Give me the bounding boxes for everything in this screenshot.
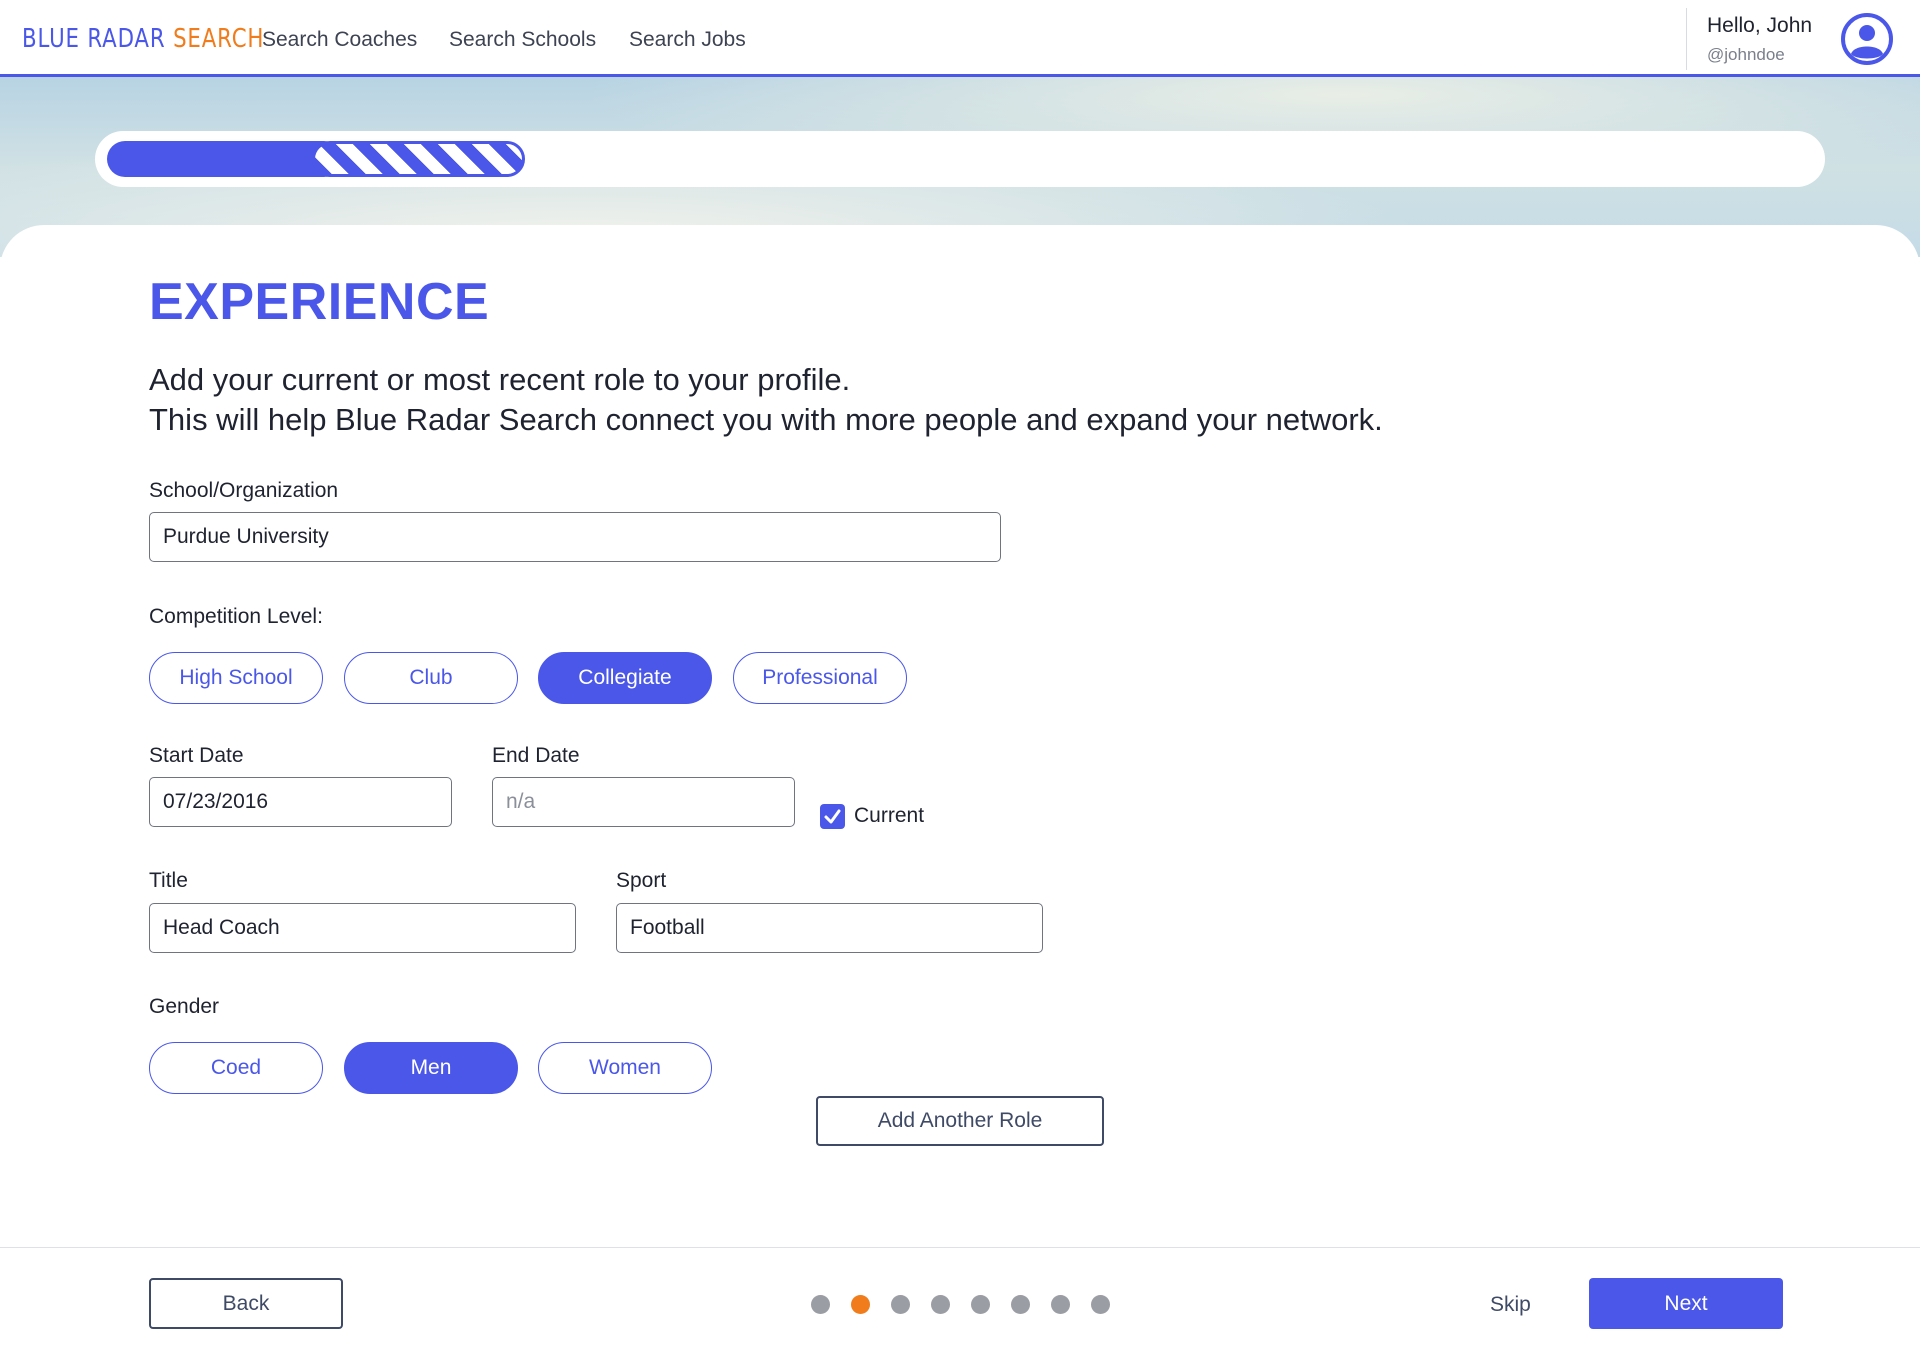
gender-women-button[interactable]: Women [538, 1042, 712, 1094]
next-button[interactable]: Next [1589, 1278, 1783, 1329]
step-dot-1[interactable] [811, 1295, 830, 1314]
competition-level-label: Competition Level: [149, 605, 323, 628]
step-dot-3[interactable] [891, 1295, 910, 1314]
onboarding-progress-bar [95, 131, 1825, 187]
end-date-input[interactable] [492, 777, 795, 827]
title-label: Title [149, 869, 188, 892]
step-dot-5[interactable] [971, 1295, 990, 1314]
logo-text-blue: BLUE RADAR [22, 24, 174, 54]
intro-line-1: Add your current or most recent role to … [149, 362, 851, 397]
page-intro: Add your current or most recent role to … [149, 360, 1383, 440]
competition-high-school-button[interactable]: High School [149, 652, 323, 704]
step-dot-7[interactable] [1051, 1295, 1070, 1314]
user-greeting: Hello, John [1707, 14, 1813, 37]
competition-professional-button[interactable]: Professional [733, 652, 907, 704]
skip-button[interactable]: Skip [1490, 1293, 1531, 1317]
competition-club-button[interactable]: Club [344, 652, 518, 704]
nav-search-coaches[interactable]: Search Coaches [262, 28, 417, 52]
add-another-role-button[interactable]: Add Another Role [816, 1096, 1104, 1146]
step-dot-6[interactable] [1011, 1295, 1030, 1314]
title-input[interactable] [149, 903, 576, 953]
intro-line-2: This will help Blue Radar Search connect… [149, 402, 1383, 437]
nav-search-schools[interactable]: Search Schools [449, 28, 596, 52]
current-checkbox[interactable] [820, 804, 845, 829]
gender-men-button[interactable]: Men [344, 1042, 518, 1094]
progress-current-step [311, 141, 525, 177]
step-dot-4[interactable] [931, 1295, 950, 1314]
logo-text-orange: SEARCH [173, 24, 265, 54]
progress-completed [107, 141, 342, 177]
school-label: School/Organization [149, 479, 339, 502]
step-dot-2[interactable] [851, 1295, 870, 1314]
sport-label: Sport [616, 869, 667, 892]
current-checkbox-label: Current [854, 804, 925, 827]
start-date-input[interactable] [149, 777, 452, 827]
competition-collegiate-button[interactable]: Collegiate [538, 652, 712, 704]
gender-coed-button[interactable]: Coed [149, 1042, 323, 1094]
sport-input[interactable] [616, 903, 1043, 953]
school-input[interactable] [149, 512, 1001, 562]
end-date-label: End Date [492, 744, 580, 767]
page-title: EXPERIENCE [149, 273, 490, 331]
back-button[interactable]: Back [149, 1278, 343, 1329]
user-handle: @johndoe [1707, 45, 1785, 64]
user-circle-icon[interactable] [1840, 12, 1894, 66]
checkmark-icon [824, 809, 841, 824]
gender-label: Gender [149, 995, 220, 1018]
step-dot-8[interactable] [1091, 1295, 1110, 1314]
footer-divider [0, 1247, 1920, 1248]
nav-search-jobs[interactable]: Search Jobs [629, 28, 746, 52]
top-navigation: BLUE RADAR SEARCH Search Coaches Search … [0, 0, 1920, 77]
start-date-label: Start Date [149, 744, 244, 767]
nav-divider [1686, 8, 1687, 70]
brand-logo[interactable]: BLUE RADAR SEARCH [22, 24, 264, 54]
